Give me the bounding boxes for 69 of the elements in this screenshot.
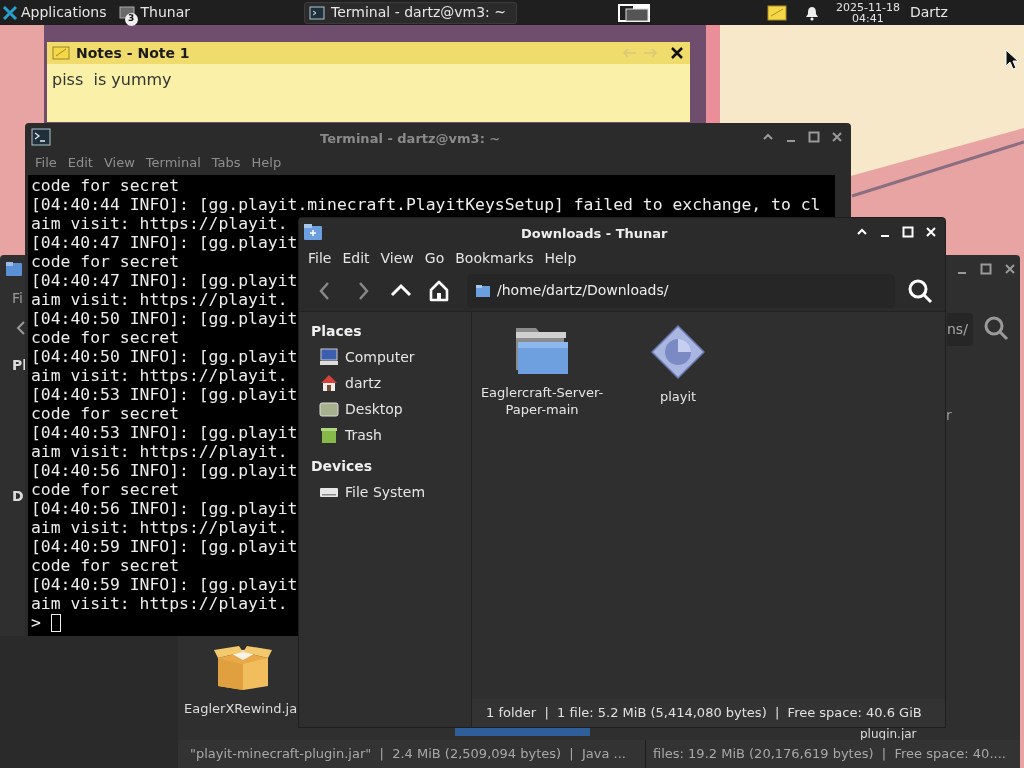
sidebar-item[interactable]: File System xyxy=(311,479,471,505)
clock-time: 04:41 xyxy=(852,12,884,24)
terminal-line: code for secret xyxy=(31,556,180,575)
menu-item[interactable]: Edit xyxy=(337,247,375,269)
window-title: Terminal - dartz@vm3: ~ xyxy=(320,130,501,148)
sidebar-item[interactable]: Computer xyxy=(311,344,471,370)
menu-item[interactable]: Fi xyxy=(12,288,23,309)
sidebar-item[interactable]: dartz xyxy=(311,370,471,396)
terminal-line: [04:40:59 INFO]: [gg.playit xyxy=(31,575,298,594)
terminal-line: code for secret xyxy=(31,480,180,499)
file-label: EaglerXRewind.ja xyxy=(184,700,298,718)
menu-item[interactable]: Terminal xyxy=(140,153,206,173)
terminal-line: [04:40:50 INFO]: [gg.playit xyxy=(31,309,298,328)
terminal-line: aim visit: https://playit. xyxy=(31,290,288,309)
program-item[interactable]: playit xyxy=(610,324,746,405)
folder-item[interactable]: Eaglercraft-Server-Paper-main xyxy=(474,324,610,418)
menu-item[interactable]: View xyxy=(375,247,419,269)
menu-item[interactable]: File xyxy=(303,247,337,269)
clock[interactable]: 2025-11-18 04:41 xyxy=(835,1,900,24)
prompt-text: > xyxy=(31,613,41,632)
terminal-line: [04:40:56 INFO]: [gg.playit xyxy=(31,461,298,480)
clock-date: 2025-11-18 xyxy=(835,1,900,13)
applications-menu[interactable]: Applications xyxy=(0,0,111,25)
path-text: /home/dartz/Downloads/ xyxy=(497,281,669,300)
terminal-line: aim visit: https://playit. xyxy=(31,594,288,613)
file-label: r xyxy=(946,406,952,425)
terminal-line: [04:40:50 INFO]: [gg.playit xyxy=(31,347,298,366)
terminal-line: [04:40:56 INFO]: [gg.playit xyxy=(31,499,298,518)
terminal-line: [04:40:59 INFO]: [gg.playit xyxy=(31,537,298,556)
terminal-line: [04:40:47 INFO]: [gg.playit xyxy=(31,271,298,290)
terminal-line: aim visit: https://playit. xyxy=(31,214,288,233)
file-label: playit xyxy=(658,388,698,405)
path-field[interactable]: /home/dartz/Downloads/ xyxy=(467,273,895,308)
menu-item[interactable]: File xyxy=(30,153,62,173)
note-text[interactable]: piss is yummy xyxy=(47,64,690,92)
menu-item[interactable]: Help xyxy=(539,247,582,269)
terminal-line: code for secret xyxy=(31,176,180,195)
terminal-line: code for secret xyxy=(31,252,180,271)
window-title: Notes - Note 1 xyxy=(76,43,191,63)
terminal-line: [04:40:47 INFO]: [gg.playit xyxy=(31,233,298,252)
terminal-line: [04:40:53 INFO]: [gg.playit xyxy=(31,423,298,442)
taskbar-button[interactable]: Terminal - dartz@vm3: ~ xyxy=(304,1,517,24)
terminal-line: aim visit: https://playit. xyxy=(31,442,288,461)
sidebar-heading: Devices xyxy=(311,457,374,476)
terminal-line: code for secret xyxy=(31,404,180,423)
path-field[interactable]: ns/ xyxy=(947,313,973,346)
terminal-line: [04:40:53 INFO]: [gg.playit xyxy=(31,385,298,404)
sidebar-item[interactable]: Desktop xyxy=(311,396,471,422)
taskbar-button[interactable]: 3 Thunar xyxy=(114,1,195,24)
terminal-line: code for secret xyxy=(31,328,180,347)
status-text: files: 19.2 MiB (20,176,619 bytes) | Free space: 40.... xyxy=(652,745,1006,764)
terminal-line: [04:40:44 INFO]: [gg.playit.minecraft.PlayitKeysSetup] failed to exchange, to cl xyxy=(31,195,821,214)
status-text: "playit-minecraft-plugin.jar" | 2.4 MiB (2,509,094 bytes) | Java ... xyxy=(189,745,627,764)
user-name[interactable]: Dartz xyxy=(909,2,948,23)
menu-item[interactable]: Bookmarks xyxy=(450,247,539,269)
terminal-line: aim visit: https://playit. xyxy=(31,518,288,537)
menu-item[interactable]: Edit xyxy=(62,153,98,173)
sidebar-item[interactable]: Trash xyxy=(311,422,471,448)
menu-item[interactable]: Help xyxy=(246,153,287,173)
menu-item[interactable]: Tabs xyxy=(206,153,246,173)
window-title: Downloads - Thunar xyxy=(521,225,668,243)
file-label: Eaglercraft-Server-Paper-main xyxy=(480,384,604,418)
terminal-line: aim visit: https://playit. xyxy=(31,366,288,385)
sidebar-heading: Places xyxy=(311,322,363,341)
file-label: plugin.jar xyxy=(860,729,917,740)
sidebar-heading: D xyxy=(12,487,24,506)
menu-item[interactable]: Go xyxy=(419,247,450,269)
menu-item[interactable]: View xyxy=(98,153,140,173)
status-bar: 1 folder | 1 file: 5.2 MiB (5,414,080 bytes) | Free space: 40.6 GiB xyxy=(472,699,945,727)
